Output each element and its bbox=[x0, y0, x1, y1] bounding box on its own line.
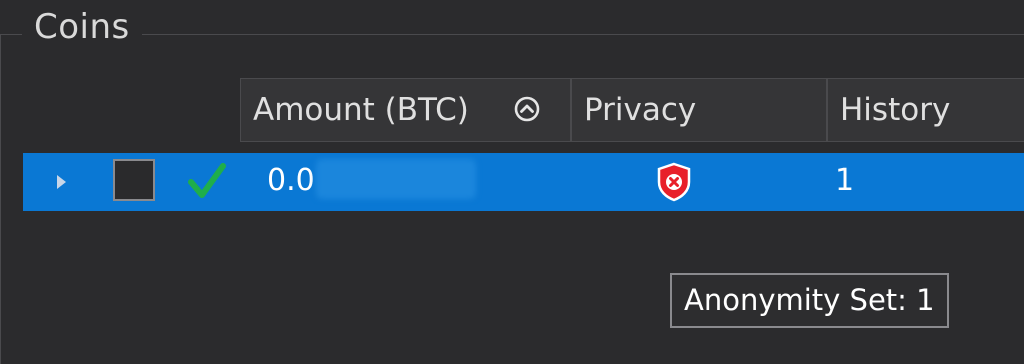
caret-right-icon[interactable] bbox=[57, 175, 66, 189]
column-header-history-label: History bbox=[840, 92, 951, 128]
section-title: Coins bbox=[22, 4, 142, 50]
coin-select-checkbox[interactable] bbox=[113, 159, 155, 201]
column-header-history[interactable]: History bbox=[827, 78, 1024, 142]
checkmark-icon bbox=[188, 163, 226, 198]
shield-x-icon bbox=[657, 162, 691, 202]
coin-amount: 0.0 bbox=[267, 163, 315, 198]
column-header-amount[interactable]: Amount (BTC) bbox=[240, 78, 571, 142]
redacted-amount-blur bbox=[316, 159, 476, 199]
chevron-up-circle-icon[interactable] bbox=[513, 95, 541, 123]
coin-history: 1 bbox=[835, 163, 855, 198]
column-header-privacy-label: Privacy bbox=[584, 92, 697, 128]
column-header-amount-label: Amount (BTC) bbox=[253, 92, 469, 128]
column-header-privacy[interactable]: Privacy bbox=[571, 78, 827, 142]
coin-row[interactable]: 0.0 1 bbox=[23, 153, 1024, 211]
anonymity-tooltip: Anonymity Set: 1 bbox=[670, 273, 949, 328]
